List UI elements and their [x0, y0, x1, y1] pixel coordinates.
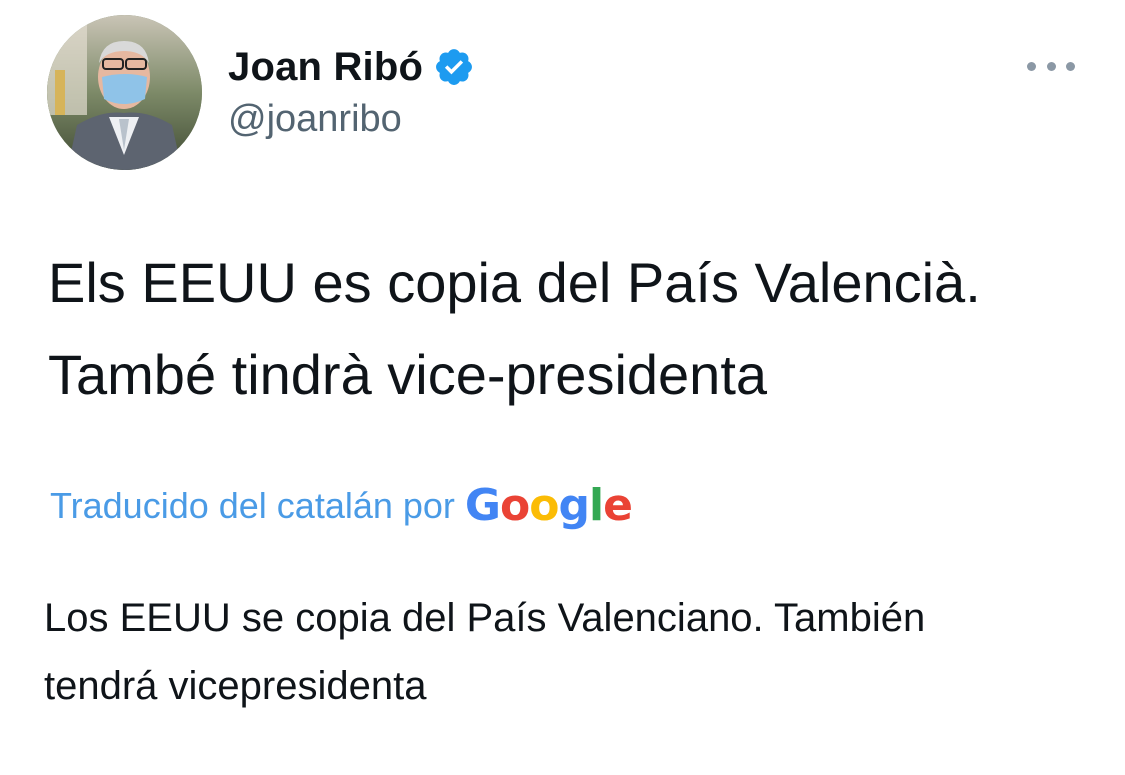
profile-photo-icon	[47, 15, 202, 170]
display-name[interactable]: Joan Ribó	[228, 45, 423, 90]
author-name-row[interactable]: Joan Ribó	[228, 42, 475, 92]
tweet-text-line: També tindrà vice-presidenta	[48, 343, 768, 406]
dot	[1046, 61, 1056, 71]
google-logo: Google	[464, 480, 633, 531]
translated-text-line: Los EEUU se copia del País Valenciano. T…	[44, 596, 926, 640]
author-handle[interactable]: @joanribo	[228, 98, 402, 141]
dot	[1066, 61, 1075, 71]
translated-text-line: tendrá vicepresidenta	[44, 664, 427, 708]
tweet-text-line: Els EEUU es copia del País Valencià.	[48, 251, 981, 314]
translation-label[interactable]: Traducido del catalán por	[50, 485, 455, 527]
dot	[1027, 61, 1036, 71]
ellipsis-icon[interactable]	[1027, 56, 1075, 76]
translation-attribution[interactable]: Traducido del catalán por Google	[50, 480, 633, 531]
translated-text: Los EEUU se copia del País Valenciano. T…	[44, 584, 1084, 720]
tweet-text: Els EEUU es copia del País Valencià. Tam…	[48, 237, 1098, 421]
tweet: Joan Ribó @joanribo Els EEUU es copia de…	[0, 0, 1125, 775]
verified-badge-icon	[436, 49, 473, 85]
avatar[interactable]	[47, 15, 202, 170]
